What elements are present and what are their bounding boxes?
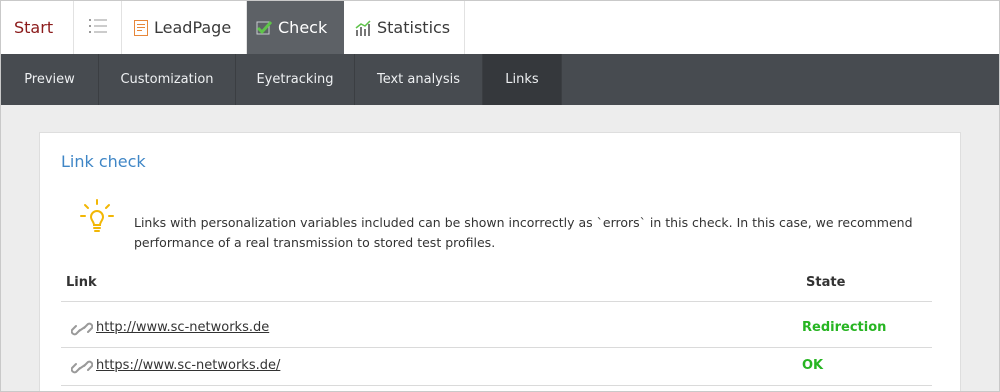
check-icon <box>256 20 272 36</box>
tab-check-label: Check <box>278 18 328 37</box>
statistics-icon <box>355 19 371 36</box>
subtab-customization-label: Customization <box>120 72 214 87</box>
subtab-eyetracking-label: Eyetracking <box>256 72 334 87</box>
link-url[interactable]: https://www.sc-networks.de/ <box>96 358 280 373</box>
row-divider <box>61 385 932 386</box>
tab-leadpage[interactable]: LeadPage <box>122 1 247 54</box>
header-divider <box>61 301 932 302</box>
link-url[interactable]: http://www.sc-networks.de <box>96 320 269 335</box>
leadpage-icon <box>134 19 148 36</box>
list-icon <box>88 18 107 37</box>
table-row: https://www.sc-networks.de/ OK <box>61 349 932 385</box>
table-row: http://www.sc-networks.de Redirection <box>61 311 932 347</box>
row-divider <box>61 347 932 348</box>
lightbulb-icon <box>80 199 114 239</box>
chain-link-icon <box>70 358 94 380</box>
column-header-state: State <box>806 275 846 290</box>
tab-list[interactable] <box>74 1 122 54</box>
tab-start[interactable]: Start <box>1 1 74 54</box>
subtab-eyetracking[interactable]: Eyetracking <box>236 54 355 105</box>
top-navigation: Start LeadPage Check Statistics <box>1 1 999 54</box>
subtab-links[interactable]: Links <box>483 54 562 105</box>
subtab-preview-label: Preview <box>24 72 75 87</box>
subtab-text-analysis[interactable]: Text analysis <box>355 54 483 105</box>
subtab-text-analysis-label: Text analysis <box>376 72 461 87</box>
link-state: OK <box>802 358 824 373</box>
link-state: Redirection <box>802 320 887 335</box>
subtab-customization[interactable]: Customization <box>99 54 236 105</box>
column-header-link: Link <box>66 275 97 290</box>
tab-check[interactable]: Check <box>247 1 344 54</box>
tab-statistics-label: Statistics <box>377 18 451 37</box>
tab-statistics[interactable]: Statistics <box>344 1 465 54</box>
panel-title: Link check <box>61 152 146 171</box>
personalization-notice: Links with personalization variables inc… <box>134 215 913 250</box>
chain-link-icon <box>70 320 94 342</box>
tab-leadpage-label: LeadPage <box>154 18 232 37</box>
subtab-links-label: Links <box>505 72 539 87</box>
app-frame: Start LeadPage Check Statistics Preview … <box>0 0 1000 392</box>
sub-navigation: Preview Customization Eyetracking Text a… <box>1 54 999 105</box>
tab-start-label: Start <box>14 18 54 37</box>
subtab-preview[interactable]: Preview <box>1 54 99 105</box>
link-check-panel: Link check Links with personalization va… <box>39 132 961 391</box>
